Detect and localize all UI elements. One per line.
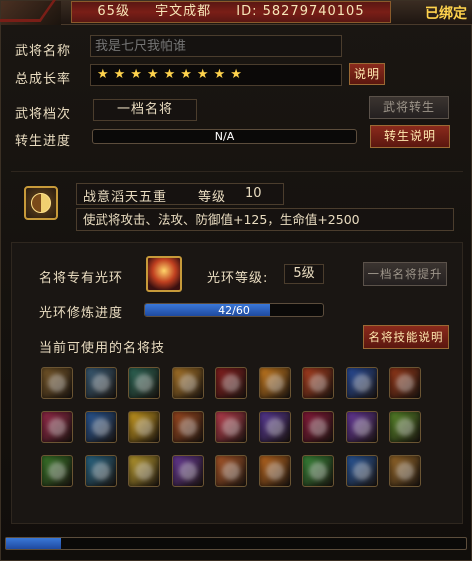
- grade-value: 一档名将: [93, 99, 197, 121]
- aura-level-value: 5级: [284, 264, 324, 284]
- rebirth-progress-bar: N/A: [92, 129, 357, 144]
- skill-icon[interactable]: [84, 411, 117, 443]
- growth-explain-button[interactable]: 说明: [349, 63, 385, 85]
- aura-refine-bar: 42/60: [144, 303, 324, 317]
- skill-icon[interactable]: [302, 455, 334, 487]
- aura-refine-text: 42/60: [218, 304, 250, 317]
- aura-refine-label: 光环修炼进度: [39, 306, 124, 321]
- skill-icon[interactable]: [128, 411, 160, 443]
- skill-icon[interactable]: [171, 455, 204, 487]
- aura-label: 名将专有光环: [39, 271, 124, 286]
- header-bar: 65级 宇文成都 ID: 58279740105 已绑定: [1, 1, 472, 25]
- skill-icon[interactable]: [345, 367, 378, 399]
- skill-icon[interactable]: [215, 455, 247, 487]
- skill-icon[interactable]: [171, 367, 204, 399]
- header-ornament: [1, 1, 61, 25]
- skill-icon[interactable]: [128, 367, 160, 399]
- skill-icon[interactable]: [41, 411, 73, 443]
- skill-icon[interactable]: [389, 455, 421, 487]
- skill-icon[interactable]: [345, 455, 378, 487]
- skill-icon[interactable]: [258, 367, 291, 399]
- general-panel: 65级 宇文成都 ID: 58279740105 已绑定 武将名称 总成长率 ★…: [0, 0, 472, 561]
- buff-level-value: 10: [245, 186, 262, 201]
- skills-explain-button[interactable]: 名将技能说明: [363, 325, 449, 349]
- buff-name-box: 战意滔天五重 等级 10: [76, 183, 284, 205]
- name-label: 武将名称: [15, 44, 72, 59]
- general-id: ID: 58279740105: [236, 4, 365, 19]
- aura-upgrade-button[interactable]: 一档名将提升: [363, 262, 447, 286]
- skill-icon[interactable]: [258, 455, 291, 487]
- buff-level-label: 等级: [198, 190, 227, 205]
- aura-level-label: 光环等级:: [207, 271, 269, 286]
- grade-label: 武将档次: [15, 107, 72, 122]
- yin-yang-icon[interactable]: [24, 186, 58, 220]
- skill-icon[interactable]: [389, 411, 421, 443]
- general-name: 宇文成都: [155, 4, 212, 19]
- skill-icon[interactable]: [389, 367, 421, 399]
- bottom-progress-bar: [5, 537, 467, 550]
- buff-description: 使武将攻击、法攻、防御值+125，生命值+2500: [76, 208, 454, 231]
- skill-icon[interactable]: [41, 455, 73, 487]
- rebirth-progress-text: N/A: [214, 130, 235, 143]
- rebirth-progress-label: 转生进度: [15, 134, 72, 149]
- bottom-progress-fill: [6, 538, 62, 549]
- skill-icon[interactable]: [41, 367, 73, 399]
- growth-stars: ★★★★★★★★★: [90, 64, 342, 86]
- aura-icon[interactable]: [146, 256, 182, 292]
- general-level: 65级: [97, 4, 130, 19]
- skill-icon[interactable]: [302, 411, 334, 443]
- skill-icon[interactable]: [171, 411, 204, 443]
- general-name-input[interactable]: [90, 35, 342, 57]
- buff-name: 战意滔天五重: [83, 190, 168, 205]
- skill-icon[interactable]: [258, 411, 291, 443]
- skill-icon[interactable]: [215, 411, 247, 443]
- skill-icon[interactable]: [84, 455, 117, 487]
- skill-icon[interactable]: [302, 367, 334, 399]
- section-divider: [11, 171, 463, 172]
- rebirth-explain-button[interactable]: 转生说明: [370, 125, 450, 148]
- skill-icon[interactable]: [215, 367, 247, 399]
- header-title: 65级 宇文成都 ID: 58279740105: [71, 1, 391, 23]
- skills-label: 当前可使用的名将技: [39, 341, 166, 356]
- growth-label: 总成长率: [15, 72, 72, 87]
- skill-icon[interactable]: [84, 367, 117, 399]
- skill-icon[interactable]: [345, 411, 378, 443]
- skill-icon[interactable]: [128, 455, 160, 487]
- rebirth-button[interactable]: 武将转生: [369, 96, 449, 119]
- bound-status: 已绑定: [425, 6, 467, 22]
